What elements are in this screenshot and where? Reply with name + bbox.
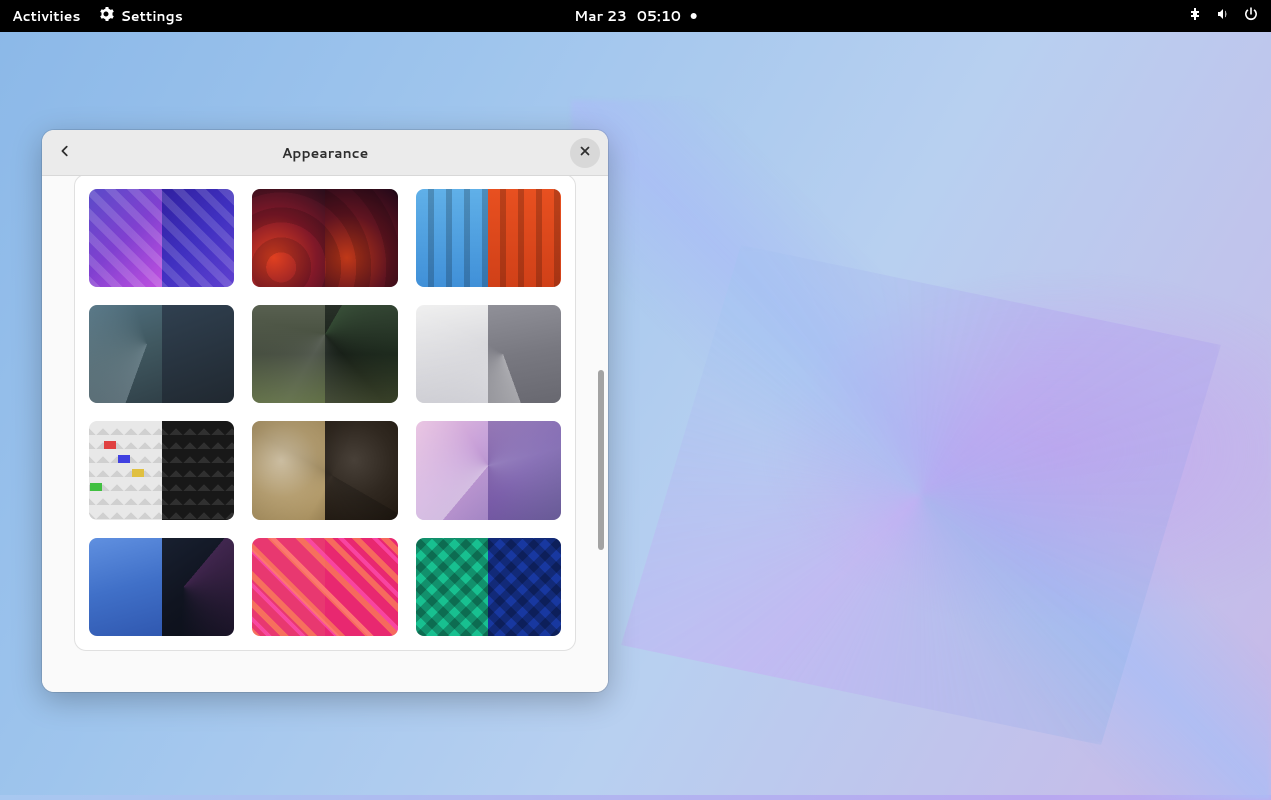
wallpaper-option-glass-forest[interactable] [252, 305, 397, 403]
wallpaper-option-tartan-teal[interactable] [416, 538, 561, 636]
wallpaper-option-fold-blue[interactable] [89, 538, 234, 636]
app-menu-label: Settings [120, 6, 182, 26]
wallpaper-option-pills-pink[interactable] [252, 538, 397, 636]
gear-icon [98, 6, 114, 27]
network-icon[interactable] [1187, 6, 1203, 27]
wallpaper-option-waves-warm[interactable] [252, 189, 397, 287]
scrollbar[interactable] [598, 370, 606, 662]
close-icon [578, 144, 592, 161]
activities-label: Activities [12, 6, 80, 26]
scrollbar-thumb[interactable] [598, 370, 604, 550]
wallpaper-grid [89, 189, 561, 636]
top-bar: Activities Settings Mar 23 05:10 [0, 0, 1271, 32]
settings-window: Appearance [42, 130, 608, 692]
wallpaper-option-glass-white[interactable] [416, 305, 561, 403]
back-button[interactable] [50, 138, 80, 168]
headerbar: Appearance [42, 130, 608, 176]
close-button[interactable] [570, 138, 600, 168]
notification-dot-icon [691, 13, 697, 19]
time-label: 05:10 [637, 6, 681, 26]
window-title: Appearance [282, 143, 369, 163]
date-label: Mar 23 [574, 6, 627, 26]
volume-icon[interactable] [1215, 6, 1231, 27]
wallpaper-option-glass-teal[interactable] [89, 305, 234, 403]
wallpaper-option-glass-lilac[interactable] [416, 421, 561, 519]
wallpaper-option-pixels-purple[interactable] [89, 189, 234, 287]
power-icon[interactable] [1243, 6, 1259, 27]
chevron-left-icon [58, 144, 72, 161]
system-status-area[interactable] [1187, 6, 1259, 27]
appearance-panel [42, 176, 608, 692]
activities-button[interactable]: Activities [12, 6, 80, 26]
wallpaper-option-drip-blue-orange[interactable] [416, 189, 561, 287]
clock-area[interactable]: Mar 23 05:10 [574, 6, 697, 26]
app-menu[interactable]: Settings [98, 6, 182, 27]
wallpaper-option-swoosh-gold[interactable] [252, 421, 397, 519]
wallpaper-option-keys[interactable] [89, 421, 234, 519]
